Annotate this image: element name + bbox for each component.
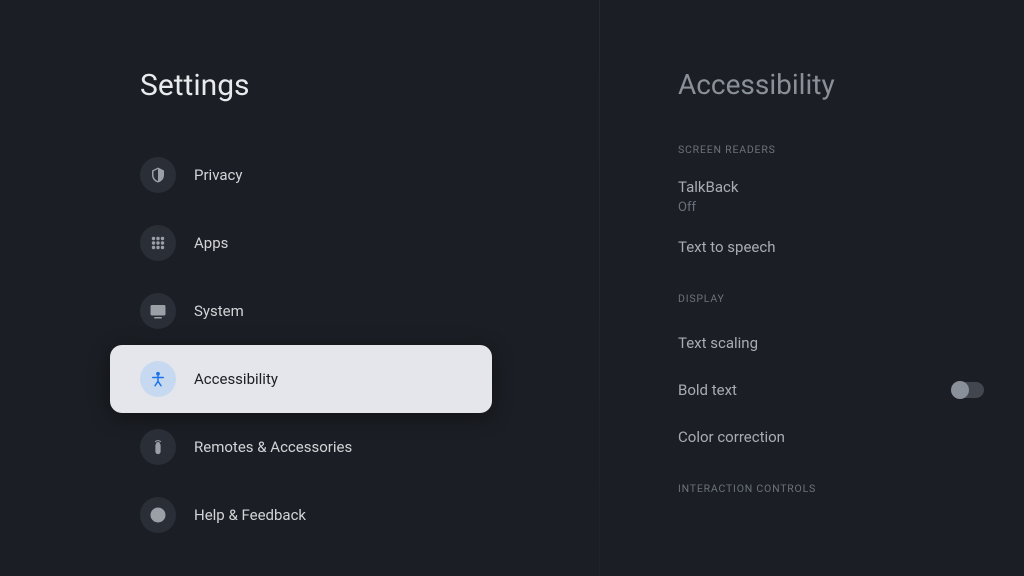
detail-panel: Accessibility SCREEN READERS TalkBack Of… [600, 0, 1024, 576]
setting-label: Color correction [678, 428, 785, 446]
help-icon [140, 497, 176, 533]
panel-title: Accessibility [678, 68, 984, 101]
sidebar-item-system[interactable]: System [140, 277, 600, 345]
setting-text-to-speech[interactable]: Text to speech [678, 223, 984, 270]
sidebar: Settings Privacy Apps System [0, 0, 600, 576]
sidebar-item-privacy[interactable]: Privacy [140, 141, 600, 209]
bold-text-toggle[interactable] [952, 382, 984, 398]
sidebar-item-label: Apps [194, 234, 228, 252]
setting-label: Text scaling [678, 334, 758, 352]
remote-icon [140, 429, 176, 465]
toggle-knob [951, 381, 969, 399]
setting-label: Bold text [678, 381, 737, 399]
settings-title: Settings [140, 68, 600, 103]
shield-icon [140, 157, 176, 193]
setting-sublabel: Off [678, 200, 739, 215]
sidebar-item-help[interactable]: Help & Feedback [140, 481, 600, 549]
sidebar-item-label: System [194, 302, 244, 320]
section-header-screen-readers: SCREEN READERS [678, 143, 984, 156]
setting-bold-text[interactable]: Bold text [678, 366, 984, 413]
setting-label: TalkBack [678, 178, 739, 196]
monitor-icon [140, 293, 176, 329]
setting-label: Text to speech [678, 238, 775, 256]
sidebar-item-label: Privacy [194, 166, 242, 184]
section-header-display: DISPLAY [678, 292, 984, 305]
grid-icon [140, 225, 176, 261]
accessibility-icon [140, 361, 176, 397]
setting-text-scaling[interactable]: Text scaling [678, 319, 984, 366]
setting-color-correction[interactable]: Color correction [678, 413, 984, 460]
sidebar-item-apps[interactable]: Apps [140, 209, 600, 277]
sidebar-list: Privacy Apps System Accessibility [140, 141, 600, 549]
sidebar-item-remotes[interactable]: Remotes & Accessories [140, 413, 600, 481]
sidebar-item-label: Accessibility [194, 370, 278, 388]
sidebar-item-label: Remotes & Accessories [194, 438, 352, 456]
sidebar-item-accessibility[interactable]: Accessibility [110, 345, 492, 413]
sidebar-item-label: Help & Feedback [194, 506, 306, 524]
section-header-interaction: INTERACTION CONTROLS [678, 482, 984, 495]
setting-talkback[interactable]: TalkBack Off [678, 170, 984, 223]
